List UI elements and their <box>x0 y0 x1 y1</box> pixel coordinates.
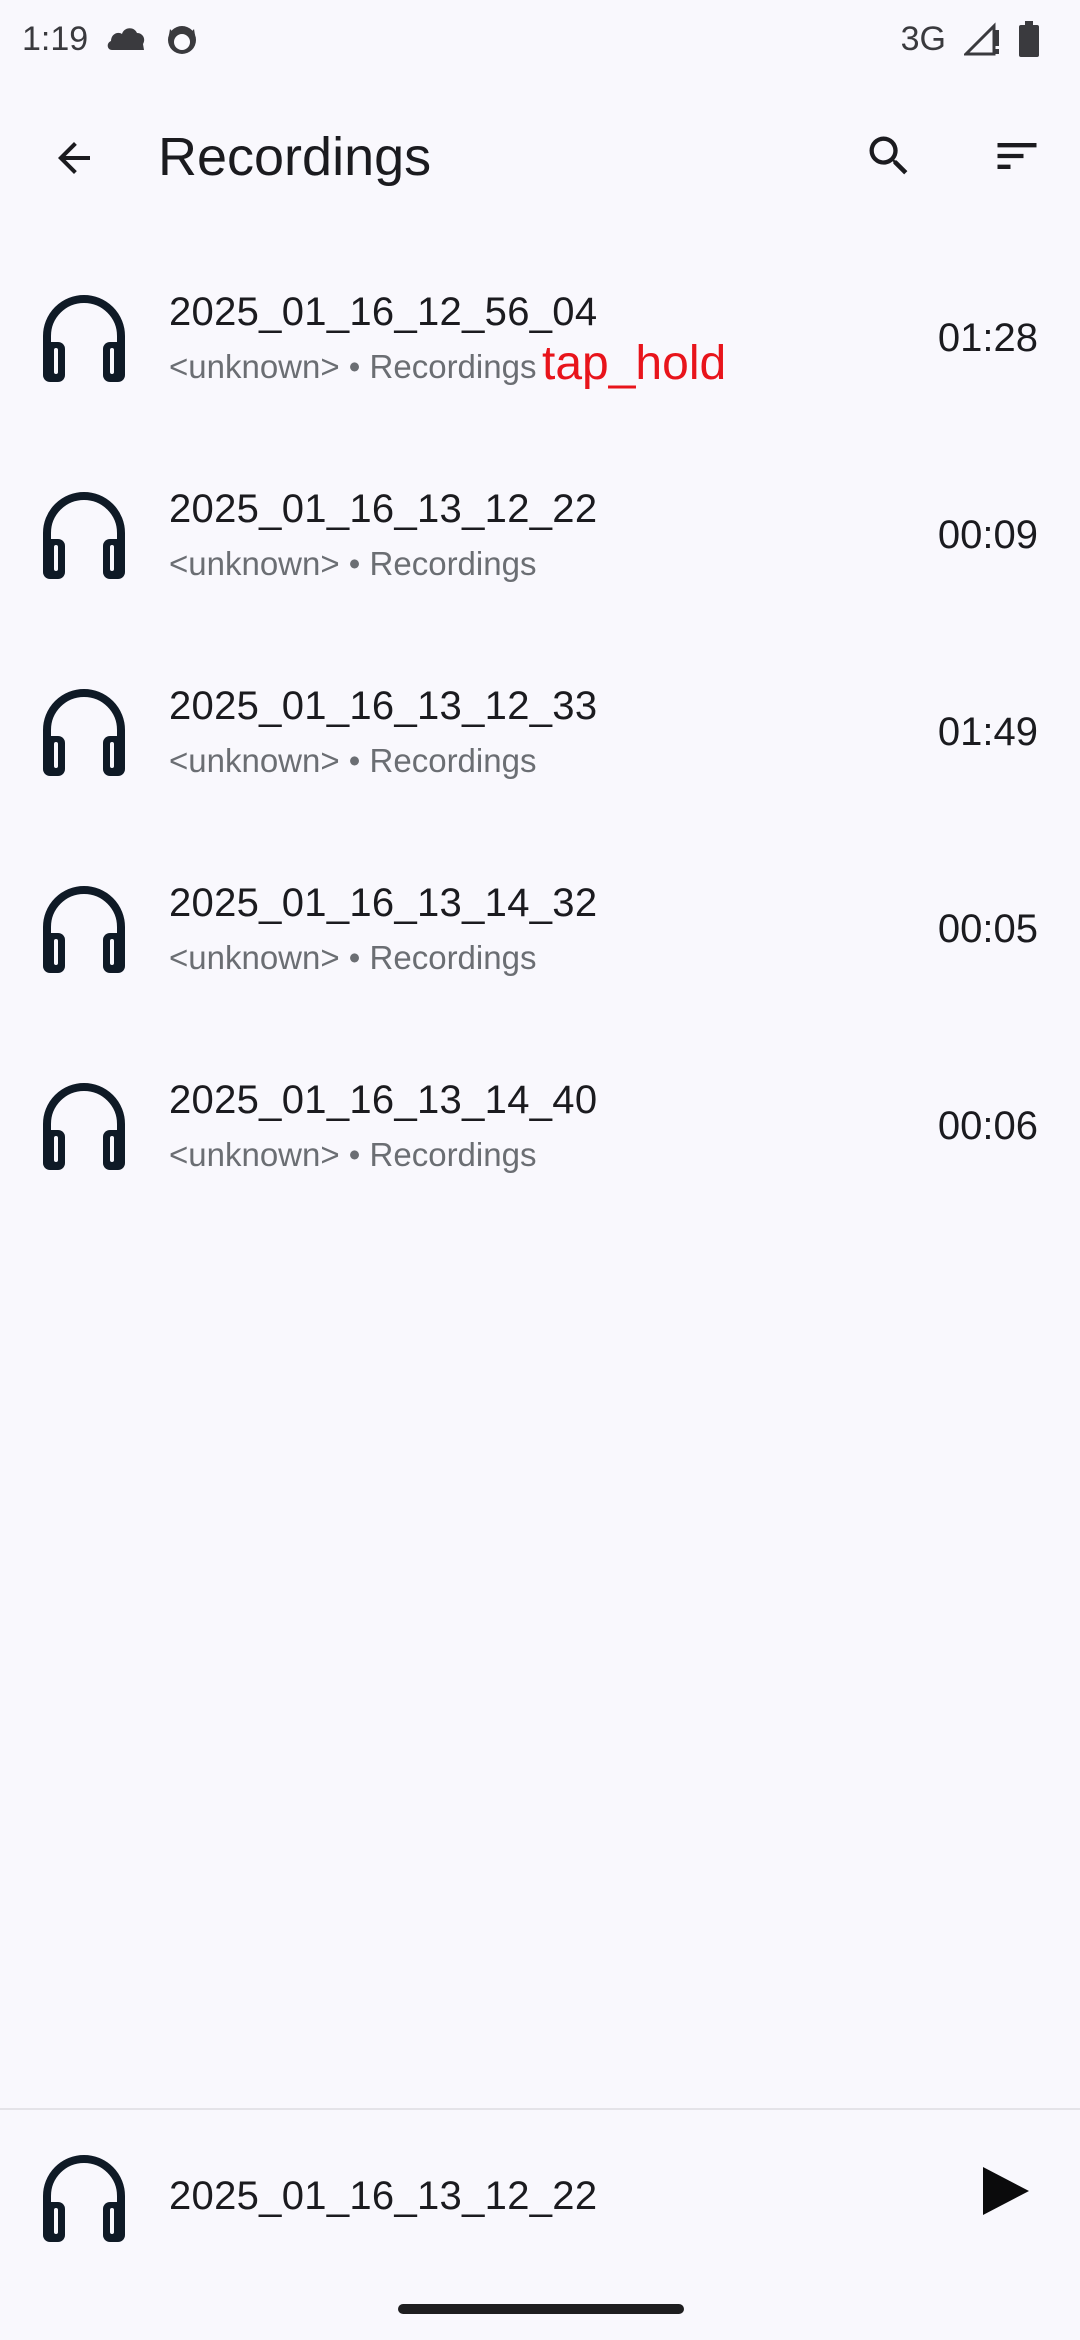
signal-icon <box>964 22 1000 56</box>
recording-duration: 00:05 <box>937 907 1038 951</box>
status-time: 1:19 <box>22 19 89 58</box>
recording-subtitle: <unknown> • Recordings <box>169 348 537 385</box>
recording-subtitle: <unknown> • Recordings <box>169 742 537 779</box>
app-bar: Recordings <box>0 78 1080 238</box>
list-item[interactable]: 2025_01_16_13_12_33 <unknown> • Recordin… <box>0 634 1080 831</box>
status-left: 1:19 <box>22 20 200 59</box>
recording-title: 2025_01_16_13_12_33 <box>169 684 598 728</box>
cloud-notification-icon <box>106 22 146 56</box>
status-right: 3G <box>901 20 1040 59</box>
battery-icon <box>1018 21 1040 57</box>
recording-title: 2025_01_16_12_56_04 <box>169 290 598 334</box>
sort-button[interactable] <box>969 108 1065 204</box>
headphones-icon <box>43 886 125 973</box>
list-item[interactable]: 2025_01_16_12_56_04 <unknown> • Recordin… <box>0 240 1080 437</box>
recording-title: 2025_01_16_13_14_32 <box>169 881 598 925</box>
recording-title: 2025_01_16_13_12_22 <box>169 487 598 531</box>
play-icon <box>983 2167 1029 2215</box>
recording-subtitle: <unknown> • Recordings <box>169 1136 537 1173</box>
sort-icon <box>997 143 1037 169</box>
recording-duration: 00:09 <box>937 513 1038 557</box>
arrow-back-icon <box>58 142 90 174</box>
play-button[interactable] <box>950 2136 1060 2246</box>
home-indicator[interactable] <box>398 2304 684 2314</box>
recording-duration: 00:06 <box>937 1104 1038 1148</box>
cat-notification-icon <box>164 21 200 57</box>
status-bar: 1:19 3G <box>0 0 1080 78</box>
recording-duration: 01:28 <box>937 316 1038 360</box>
recording-subtitle: <unknown> • Recordings <box>169 545 537 582</box>
back-button[interactable] <box>26 110 122 206</box>
action-overlay-label: tap_hold <box>542 337 727 390</box>
recording-subtitle: <unknown> • Recordings <box>169 939 537 976</box>
mini-player[interactable]: 2025_01_16_13_12_22 <box>0 2110 1080 2280</box>
recordings-list: 2025_01_16_12_56_04 <unknown> • Recordin… <box>0 240 1080 1225</box>
search-icon <box>869 136 908 175</box>
headphones-icon <box>43 492 125 579</box>
headphones-icon <box>43 295 125 382</box>
player-track-title: 2025_01_16_13_12_22 <box>169 2174 598 2218</box>
page-title: Recordings <box>158 127 432 187</box>
list-item[interactable]: 2025_01_16_13_14_32 <unknown> • Recordin… <box>0 831 1080 1028</box>
search-button[interactable] <box>841 108 937 204</box>
list-item[interactable]: 2025_01_16_13_12_22 <unknown> • Recordin… <box>0 437 1080 634</box>
headphones-icon <box>43 1083 125 1170</box>
screen: 1:19 3G Recordings 2025_01_16_12_56_04 <… <box>0 0 1080 2340</box>
network-type: 3G <box>900 19 946 58</box>
recording-title: 2025_01_16_13_14_40 <box>169 1078 598 1122</box>
headphones-icon <box>43 689 125 776</box>
list-item[interactable]: 2025_01_16_13_14_40 <unknown> • Recordin… <box>0 1028 1080 1225</box>
recording-duration: 01:49 <box>937 710 1038 754</box>
headphones-icon <box>43 2155 125 2242</box>
